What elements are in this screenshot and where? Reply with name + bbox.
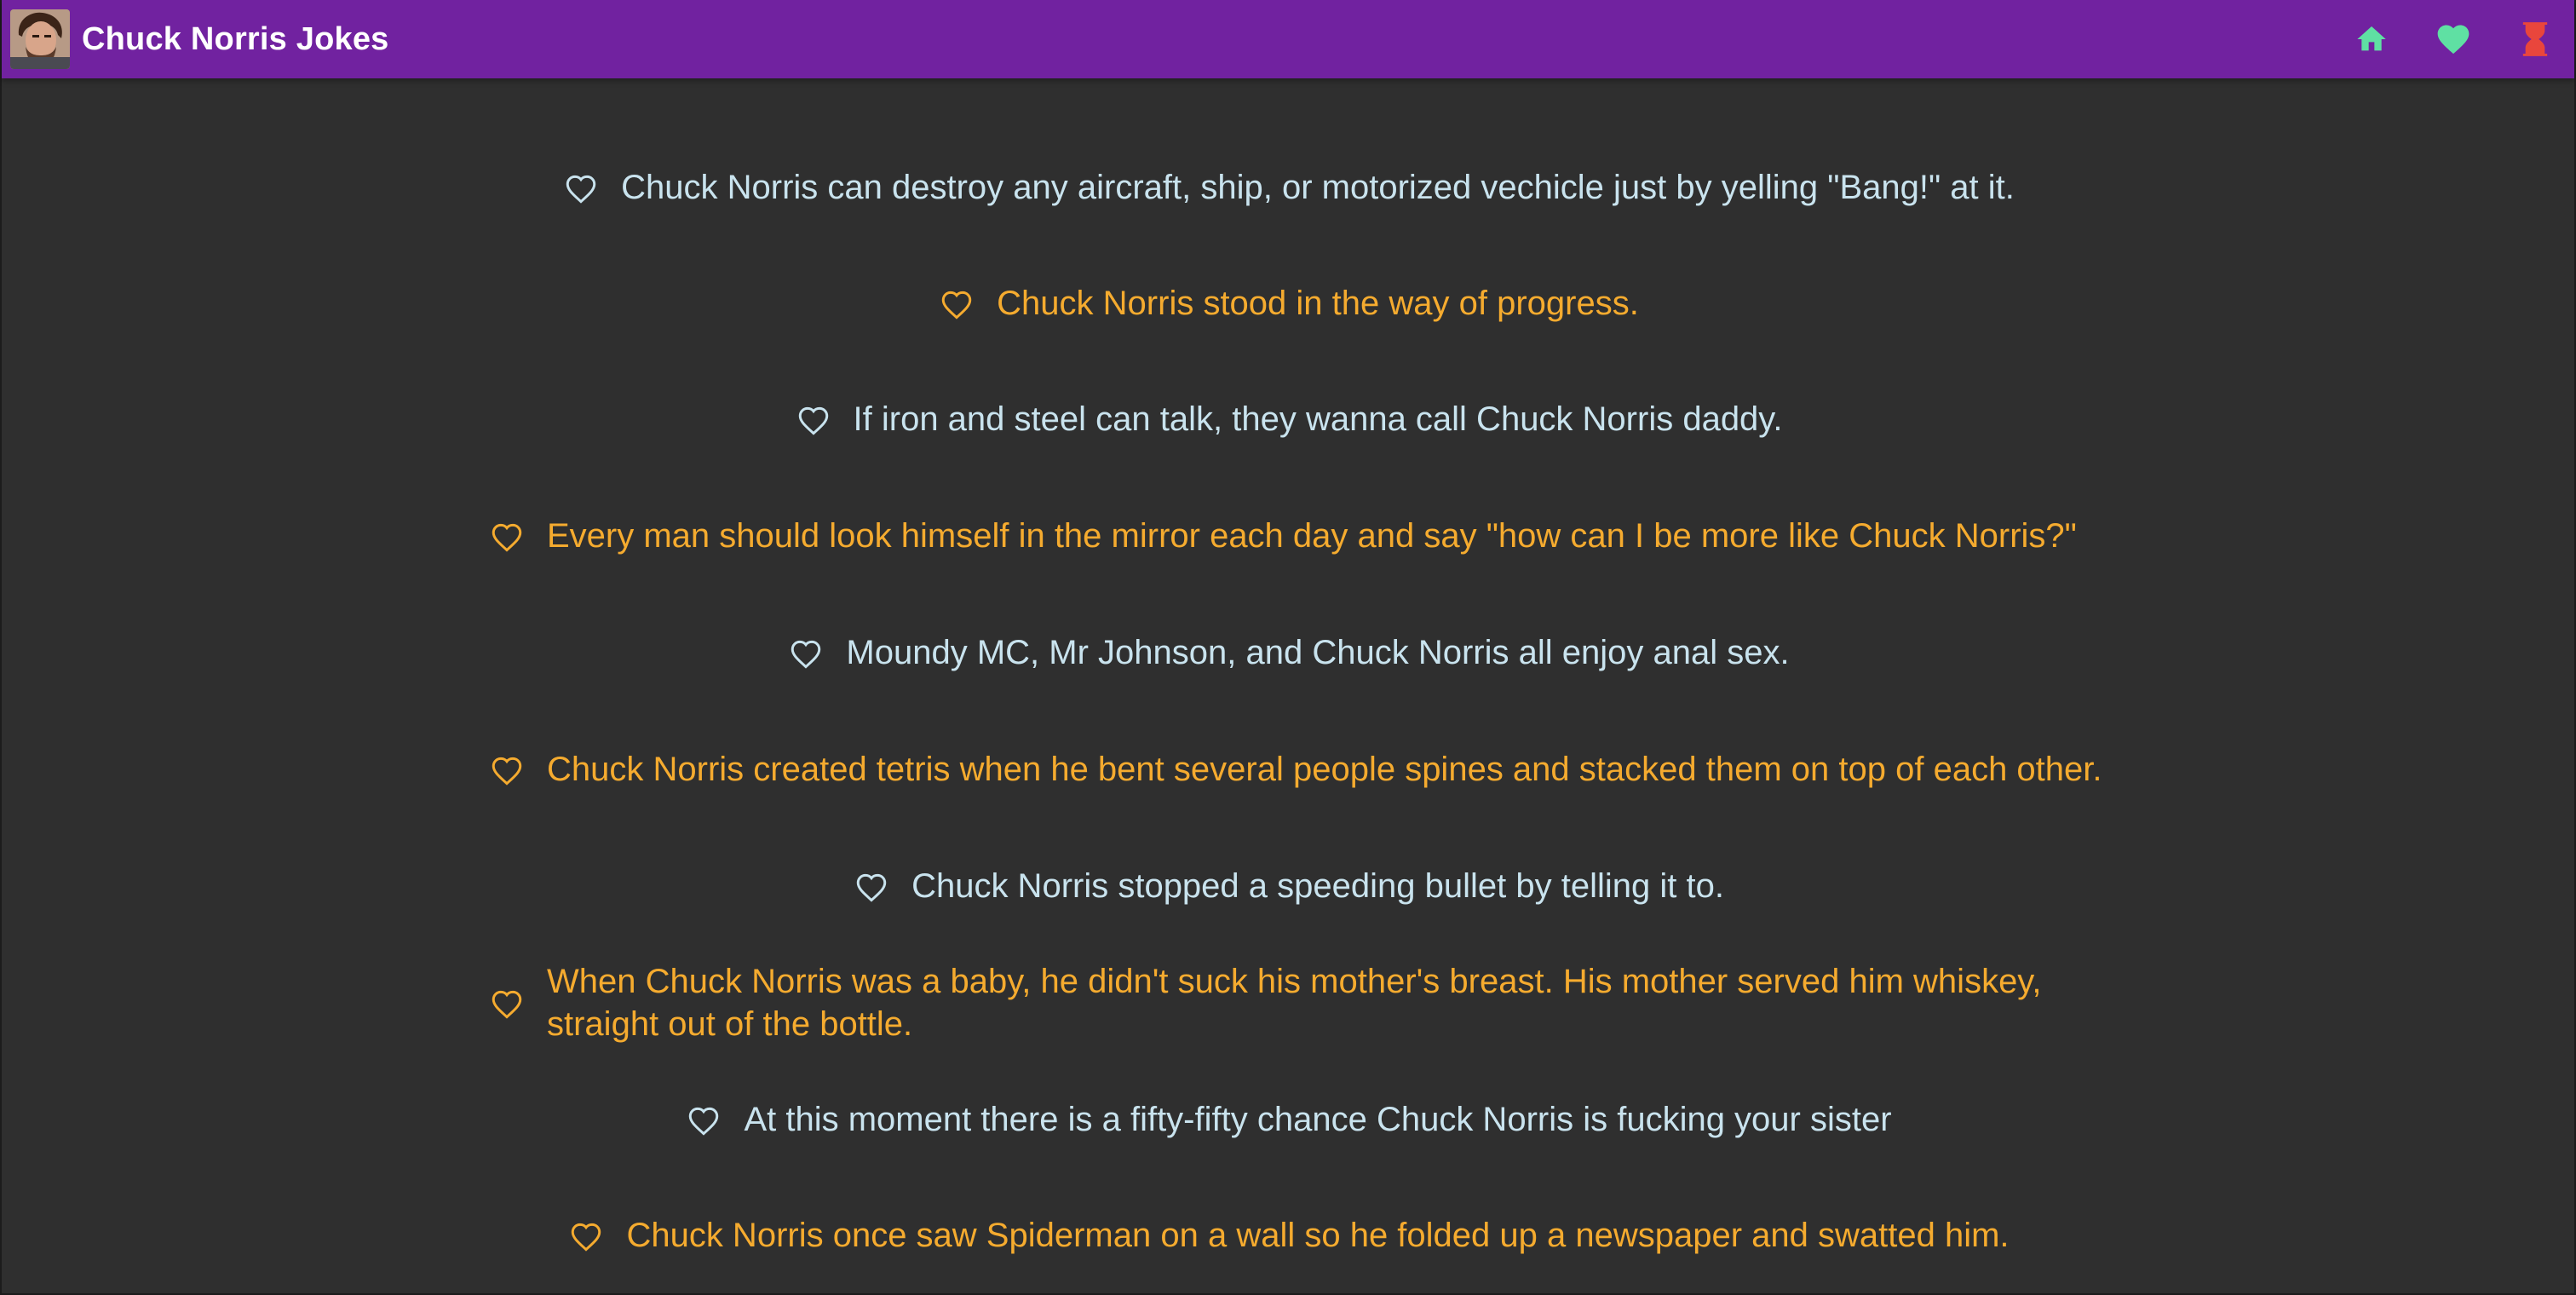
favorites-button[interactable] xyxy=(2429,15,2477,63)
heart-outline-icon xyxy=(791,640,821,669)
favorite-toggle[interactable] xyxy=(937,284,976,323)
joke-item: Every man should look himself in the mir… xyxy=(445,477,2131,595)
favorite-toggle[interactable] xyxy=(487,750,526,789)
favorite-toggle[interactable] xyxy=(487,516,526,555)
joke-item: Chuck Norris stopped a speeding bullet b… xyxy=(445,828,2131,944)
favorite-toggle[interactable] xyxy=(487,983,526,1022)
joke-text: Chuck Norris once saw Spiderman on a wal… xyxy=(626,1217,2010,1254)
favorite-toggle[interactable] xyxy=(852,866,891,906)
app-title: Chuck Norris Jokes xyxy=(82,20,389,57)
avatar xyxy=(10,9,70,69)
joke-item: Chuck Norris created tetris when he bent… xyxy=(445,711,2131,828)
home-button[interactable] xyxy=(2348,15,2395,63)
favorite-toggle[interactable] xyxy=(684,1100,723,1139)
favorite-toggle[interactable] xyxy=(786,633,825,672)
heart-outline-icon xyxy=(566,175,596,204)
heart-outline-icon xyxy=(492,523,522,552)
joke-text: Chuck Norris stood in the way of progres… xyxy=(997,285,1639,322)
heart-outline-icon xyxy=(492,757,522,786)
heart-filled-icon xyxy=(2437,25,2470,55)
favorite-toggle[interactable] xyxy=(561,168,601,207)
heart-outline-icon xyxy=(856,873,887,902)
favorite-toggle[interactable] xyxy=(794,400,833,439)
joke-item: Chuck Norris can destroy any aircraft, s… xyxy=(445,130,2131,245)
heart-outline-icon xyxy=(941,291,972,319)
joke-item: Moundy MC, Mr Johnson, and Chuck Norris … xyxy=(445,595,2131,711)
app-window: Chuck Norris Jokes Chuck Norris can dest… xyxy=(0,0,2576,1295)
joke-item: When Chuck Norris was a baby, he didn't … xyxy=(445,944,2131,1062)
heart-outline-icon xyxy=(572,1223,601,1252)
favorite-toggle[interactable] xyxy=(566,1216,606,1255)
joke-text: Chuck Norris created tetris when he bent… xyxy=(547,751,2102,788)
heart-outline-icon xyxy=(492,990,522,1019)
heart-outline-icon xyxy=(798,406,828,435)
home-icon xyxy=(2357,26,2386,51)
joke-text: Chuck Norris can destroy any aircraft, s… xyxy=(621,169,2015,206)
joke-item: Chuck Norris once saw Spiderman on a wal… xyxy=(445,1177,2131,1293)
joke-list: Chuck Norris can destroy any aircraft, s… xyxy=(445,78,2131,1293)
joke-text: Moundy MC, Mr Johnson, and Chuck Norris … xyxy=(846,634,1790,671)
top-app-bar: Chuck Norris Jokes xyxy=(2,0,2574,78)
joke-text: When Chuck Norris was a baby, he didn't … xyxy=(547,963,2042,1043)
joke-text: Every man should look himself in the mir… xyxy=(547,517,2077,555)
joke-text: At this moment there is a fifty-fifty ch… xyxy=(744,1101,1892,1138)
joke-text: Chuck Norris stopped a speeding bullet b… xyxy=(911,867,1724,905)
heart-outline-icon xyxy=(689,1107,719,1136)
history-button[interactable] xyxy=(2511,15,2559,63)
top-nav xyxy=(2314,15,2559,63)
brand: Chuck Norris Jokes xyxy=(10,9,389,69)
joke-text: If iron and steel can talk, they wanna c… xyxy=(853,400,1783,438)
joke-item: If iron and steel can talk, they wanna c… xyxy=(445,361,2131,477)
hourglass-icon xyxy=(2522,22,2548,56)
joke-item: At this moment there is a fifty-fifty ch… xyxy=(445,1062,2131,1177)
joke-item: Chuck Norris stood in the way of progres… xyxy=(445,245,2131,361)
